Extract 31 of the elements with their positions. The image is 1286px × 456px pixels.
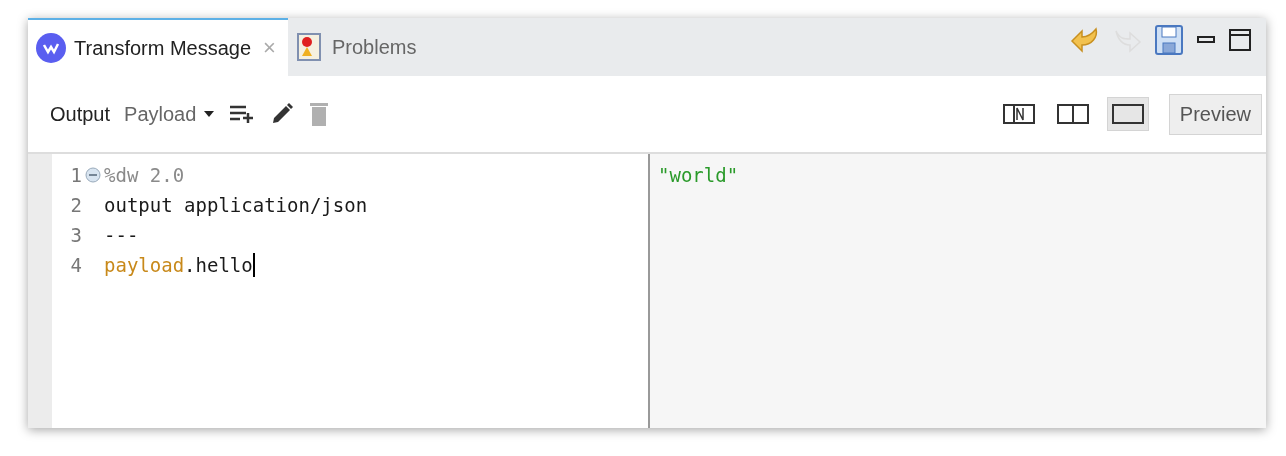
fold-icon[interactable] [85, 167, 101, 183]
layout-toggle[interactable] [1106, 97, 1149, 131]
pencil-icon [270, 102, 295, 126]
code-line: payload.hello [104, 254, 253, 276]
line-number: 2 [69, 194, 82, 216]
maximize-button[interactable] [1228, 28, 1252, 52]
problems-icon [295, 32, 324, 62]
line-number: 1 [69, 164, 82, 186]
edit-button[interactable] [270, 102, 295, 126]
code-line: output application/json [104, 194, 368, 216]
undo-arrow-icon [1070, 25, 1100, 55]
layout-icon [1002, 104, 1035, 124]
line-number: 4 [69, 254, 82, 276]
target-dropdown[interactable]: Payload [124, 102, 215, 126]
output-label: Output [50, 102, 111, 126]
editor-tab[interactable]: Problems [287, 18, 429, 76]
maximize-icon [1228, 28, 1252, 52]
split-layout-icon [1056, 104, 1089, 124]
trash-icon [308, 101, 331, 127]
single-layout-icon [1111, 104, 1144, 124]
minimize-icon [1196, 35, 1216, 45]
preview-button[interactable]: Preview [1168, 93, 1262, 135]
wave-logo-icon [36, 33, 66, 63]
code-line: %dw 2.0 [104, 164, 185, 186]
line-number: 3 [69, 224, 82, 246]
output-line: "world" [658, 164, 739, 186]
editor-tab[interactable]: Transform Message × [28, 18, 288, 76]
caret-icon [204, 110, 215, 118]
code-line: --- [104, 224, 139, 246]
minimize-button[interactable] [1196, 35, 1216, 45]
save-button[interactable] [1154, 24, 1184, 56]
